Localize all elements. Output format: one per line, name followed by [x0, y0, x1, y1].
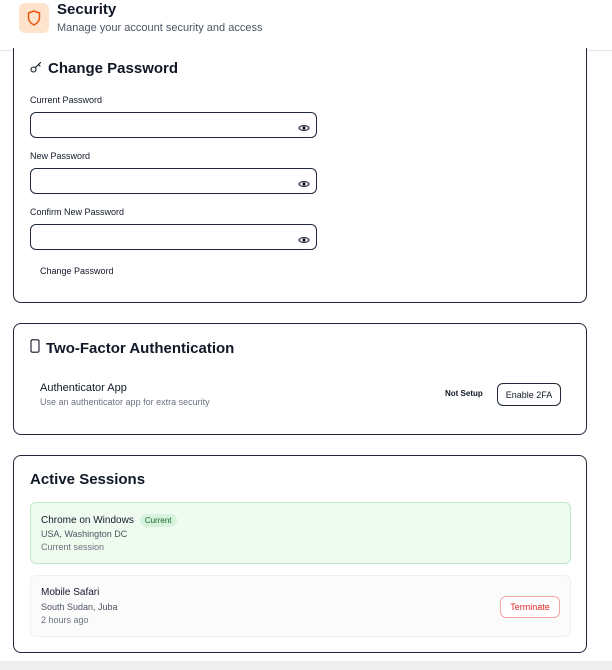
- new-password-label: New Password: [30, 151, 91, 161]
- authenticator-app-description: Use an authenticator app for extra secur…: [40, 397, 210, 407]
- eye-icon[interactable]: [298, 232, 310, 243]
- active-sessions-card: Active Sessions Chrome on Windows Curren…: [13, 455, 587, 653]
- two-factor-card: Two-Factor Authentication Authenticator …: [13, 323, 587, 435]
- change-password-button[interactable]: Change Password: [40, 266, 114, 276]
- page-header: Security Manage your account security an…: [0, 0, 612, 51]
- confirm-password-field[interactable]: [30, 224, 317, 250]
- authenticator-app-title: Authenticator App: [40, 382, 127, 394]
- terminate-session-button[interactable]: Terminate: [500, 596, 560, 618]
- new-password-input[interactable]: [39, 169, 289, 193]
- change-password-title: Change Password: [48, 60, 179, 77]
- session-location: USA, Washington DC: [41, 529, 128, 539]
- current-password-field[interactable]: [30, 112, 317, 138]
- eye-icon[interactable]: [298, 120, 310, 131]
- eye-icon[interactable]: [298, 176, 310, 187]
- session-device: Chrome on Windows Current: [41, 514, 177, 527]
- new-password-field[interactable]: [30, 168, 317, 194]
- bottom-scroll-area: [0, 661, 612, 670]
- current-password-label: Current Password: [30, 95, 103, 105]
- confirm-password-input[interactable]: [39, 225, 289, 249]
- change-password-card: Change Password Current Password New Pas…: [13, 48, 587, 303]
- session-item: Chrome on Windows Current USA, Washingto…: [30, 502, 571, 564]
- enable-2fa-button[interactable]: Enable 2FA: [497, 383, 561, 406]
- session-item: Mobile Safari South Sudan, Juba 2 hours …: [30, 575, 571, 637]
- session-location: South Sudan, Juba: [41, 602, 118, 612]
- session-time: Current session: [41, 542, 105, 552]
- two-factor-title: Two-Factor Authentication: [46, 339, 235, 357]
- shield-icon: [19, 3, 49, 33]
- page-subtitle: Manage your account security and access: [57, 22, 263, 34]
- key-icon: [30, 60, 42, 77]
- page-title: Security: [57, 1, 117, 18]
- two-factor-status: Not Setup: [445, 389, 483, 398]
- two-factor-heading: Two-Factor Authentication: [30, 339, 234, 357]
- current-badge: Current: [139, 514, 177, 527]
- session-time: 2 hours ago: [41, 615, 89, 625]
- confirm-password-label: Confirm New Password: [30, 207, 125, 217]
- session-device-name: Mobile Safari: [41, 587, 100, 598]
- smartphone-icon: [30, 339, 40, 357]
- active-sessions-title: Active Sessions: [30, 471, 146, 488]
- change-password-heading: Change Password: [30, 60, 178, 77]
- session-device: Mobile Safari: [41, 587, 99, 598]
- current-password-input[interactable]: [39, 113, 289, 137]
- session-device-name: Chrome on Windows: [41, 515, 134, 526]
